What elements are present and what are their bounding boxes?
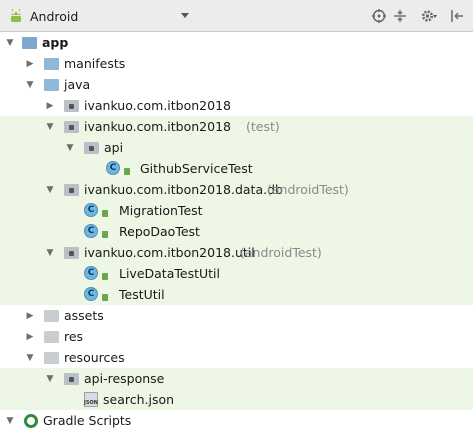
- tree-node-api-response[interactable]: ▼ api-response: [0, 368, 473, 389]
- package-icon: [84, 142, 99, 154]
- tree-node-label: GithubServiceTest: [140, 161, 253, 176]
- tree-node-app[interactable]: ▼ app: [0, 32, 473, 53]
- class-icon: C: [84, 203, 98, 217]
- folder-icon: [44, 79, 59, 91]
- tree-node-label: Gradle Scripts: [43, 413, 132, 428]
- tree-node-label: LiveDataTestUtil: [119, 266, 220, 281]
- lock-icon: [102, 294, 108, 301]
- collapse-arrow-icon[interactable]: ▶: [24, 305, 36, 326]
- folder-icon: [44, 331, 59, 343]
- source-set-hint: (androidTest): [240, 245, 322, 260]
- tree-node-java[interactable]: ▼ java: [0, 74, 473, 95]
- folder-icon: [44, 310, 59, 322]
- tree-node-label: ivankuo.com.itbon2018: [84, 119, 231, 134]
- class-icon: C: [84, 287, 98, 301]
- tree-node-label: api-response: [84, 371, 165, 386]
- project-tree: ▼ app ▶ manifests ▼ java ▶ ivankuo.com.i…: [0, 32, 473, 428]
- package-icon: [64, 100, 79, 112]
- tree-node-resources[interactable]: ▼ resources: [0, 347, 473, 368]
- expand-arrow-icon[interactable]: ▼: [44, 242, 56, 263]
- dropdown-arrow-icon[interactable]: [180, 0, 190, 32]
- package-icon: [64, 247, 79, 259]
- view-mode-label: Android: [30, 8, 79, 24]
- collapse-arrow-icon[interactable]: ▶: [24, 326, 36, 347]
- collapse-arrow-icon[interactable]: ▶: [44, 95, 56, 116]
- expand-arrow-icon[interactable]: ▼: [4, 32, 16, 53]
- lock-icon: [102, 273, 108, 280]
- expand-arrow-icon[interactable]: ▼: [44, 116, 56, 137]
- tree-node-res[interactable]: ▶ res: [0, 326, 473, 347]
- tree-node-repo-dao-test[interactable]: C RepoDaoTest: [0, 221, 473, 242]
- class-icon: C: [84, 266, 98, 280]
- tree-node-label: search.json: [103, 392, 175, 407]
- expand-arrow-icon[interactable]: ▼: [64, 137, 76, 158]
- tree-node-assets[interactable]: ▶ assets: [0, 305, 473, 326]
- package-icon: [64, 373, 79, 385]
- source-set-hint: (test): [246, 119, 280, 134]
- tree-node-label: api: [104, 140, 124, 155]
- folder-icon: [44, 58, 59, 70]
- class-icon: C: [84, 224, 98, 238]
- tree-node-test-util[interactable]: C TestUtil: [0, 284, 473, 305]
- tree-node-label: ivankuo.com.itbon2018.util: [84, 245, 255, 260]
- tree-node-migration-test[interactable]: C MigrationTest: [0, 200, 473, 221]
- source-set-hint: (androidTest): [267, 182, 349, 197]
- tree-node-label: java: [64, 77, 91, 92]
- project-toolbar: Android: [0, 0, 473, 32]
- scope-target-icon[interactable]: [372, 0, 386, 32]
- view-mode-selector[interactable]: Android: [8, 0, 78, 32]
- tree-node-label: assets: [64, 308, 104, 323]
- package-icon: [64, 121, 79, 133]
- tree-node-github-service-test[interactable]: C GithubServiceTest: [0, 158, 473, 179]
- module-folder-icon: [22, 37, 37, 49]
- collapse-arrow-icon[interactable]: ▼: [4, 410, 16, 431]
- tree-node-label: res: [64, 329, 84, 344]
- collapse-all-icon[interactable]: [393, 0, 407, 32]
- tree-node-package-data-db[interactable]: ▼ ivankuo.com.itbon2018.data.db (android…: [0, 179, 473, 200]
- tree-node-label: ivankuo.com.itbon2018.data.db: [84, 182, 283, 197]
- folder-icon: [44, 352, 59, 364]
- expand-arrow-icon[interactable]: ▼: [44, 368, 56, 389]
- tree-node-api[interactable]: ▼ api: [0, 137, 473, 158]
- tree-node-gradle-scripts[interactable]: ▼ Gradle Scripts: [0, 410, 473, 431]
- expand-arrow-icon[interactable]: ▼: [24, 74, 36, 95]
- tree-node-label: resources: [64, 350, 125, 365]
- tree-node-package-main[interactable]: ▶ ivankuo.com.itbon2018: [0, 95, 473, 116]
- tree-node-search-json[interactable]: JSON search.json: [0, 389, 473, 410]
- tree-node-package-util[interactable]: ▼ ivankuo.com.itbon2018.util (androidTes…: [0, 242, 473, 263]
- tree-node-label: manifests: [64, 56, 126, 71]
- lock-icon: [102, 231, 108, 238]
- tree-node-package-test[interactable]: ▼ ivankuo.com.itbon2018 (test): [0, 116, 473, 137]
- tree-node-livedata-test-util[interactable]: C LiveDataTestUtil: [0, 263, 473, 284]
- android-icon: [11, 8, 21, 22]
- lock-icon: [124, 168, 130, 175]
- tree-node-label: RepoDaoTest: [119, 224, 200, 239]
- package-icon: [64, 184, 79, 196]
- tree-node-label: MigrationTest: [119, 203, 203, 218]
- expand-arrow-icon[interactable]: ▼: [44, 179, 56, 200]
- tree-node-label: ivankuo.com.itbon2018: [84, 98, 231, 113]
- tree-node-manifests[interactable]: ▶ manifests: [0, 53, 473, 74]
- settings-gear-icon[interactable]: [421, 0, 437, 32]
- hide-panel-icon[interactable]: [450, 0, 464, 32]
- json-file-icon: JSON: [84, 392, 98, 407]
- tree-node-label: TestUtil: [119, 287, 165, 302]
- tree-node-label: app: [42, 35, 69, 50]
- collapse-arrow-icon[interactable]: ▶: [24, 53, 36, 74]
- lock-icon: [102, 210, 108, 217]
- expand-arrow-icon[interactable]: ▼: [24, 347, 36, 368]
- class-icon: C: [106, 161, 120, 175]
